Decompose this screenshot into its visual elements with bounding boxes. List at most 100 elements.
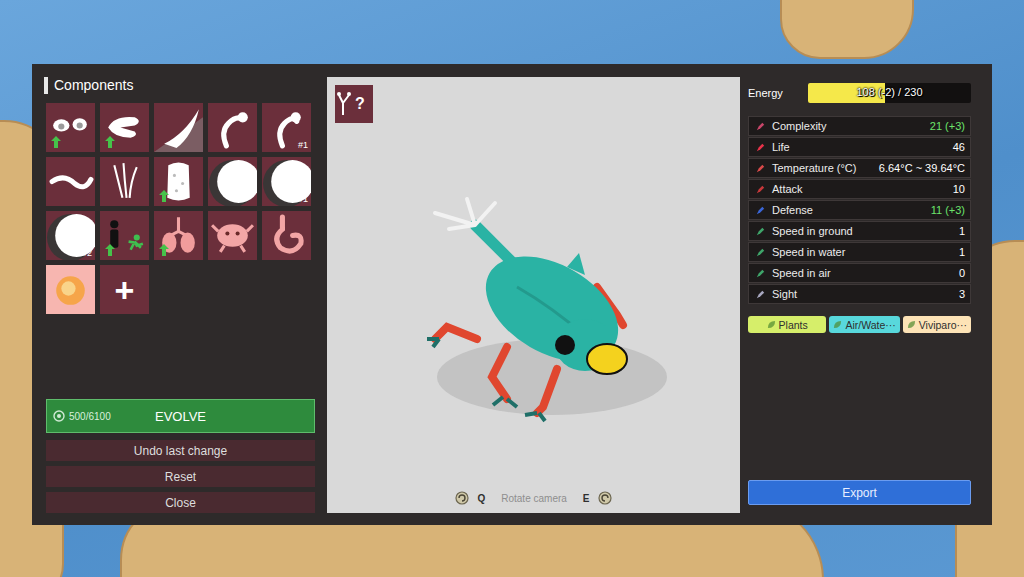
tile-badge: #1 — [298, 194, 308, 204]
evolution-tree-icon — [335, 85, 373, 123]
stat-row: Life46 — [748, 137, 971, 157]
stat-value: 46 — [953, 141, 965, 153]
game-screen: Components #1 #1 #2 +500/6100 EVOLVE Undo last… — [0, 0, 1024, 577]
component-tile[interactable] — [262, 211, 311, 260]
rotate-left-icon[interactable] — [455, 491, 469, 505]
trait-icon — [767, 320, 776, 329]
component-tile[interactable]: #1 — [262, 157, 311, 206]
trait-tags: PlantsAir/Wate···Viviparo··· — [748, 316, 971, 333]
ball-icon — [208, 157, 257, 206]
evolve-button[interactable]: 500/6100 EVOLVE — [46, 399, 315, 433]
upgrade-arrow-icon — [159, 244, 169, 256]
stat-row: Defense 11 (+3) — [748, 200, 971, 220]
energy-value: 108 (-2) / 230 — [808, 86, 971, 98]
add-component-label: + — [115, 273, 135, 307]
evolve-cost: 500/6100 — [53, 410, 111, 422]
intelligence-icon — [100, 211, 149, 260]
horn-icon — [154, 103, 203, 152]
stat-icon — [755, 205, 766, 216]
component-tile[interactable] — [154, 211, 203, 260]
rotate-right-icon[interactable] — [598, 491, 612, 505]
component-tile[interactable] — [208, 103, 257, 152]
action-area: 500/6100 EVOLVE Undo last change Reset Close — [40, 399, 320, 513]
title-mark — [44, 77, 48, 94]
organ-icon — [208, 211, 257, 260]
stats-panel: Energy108 (-2) / 230Complexity21 (+3)Lif… — [748, 72, 971, 513]
stat-row: Speed in water1 — [748, 242, 971, 262]
help-glyph: ? — [355, 95, 365, 113]
stat-icon — [755, 226, 766, 237]
creature-preview[interactable]: ? Q Rotate camera E — [327, 77, 740, 513]
stat-label: Speed in air — [772, 267, 953, 279]
stat-icon — [755, 121, 766, 132]
stomach-icon — [262, 211, 311, 260]
trait-tag: Viviparo··· — [903, 316, 971, 333]
action-button[interactable]: Close — [46, 492, 315, 513]
stat-label: Defense — [772, 204, 925, 216]
component-grid: #1 #1 #2 + — [40, 103, 320, 314]
beak-icon — [100, 103, 149, 152]
tile-badge: #1 — [298, 140, 308, 150]
component-tile[interactable]: #2 — [46, 211, 95, 260]
stat-value: 1 — [959, 225, 965, 237]
stat-icon — [755, 184, 766, 195]
leg-icon — [208, 103, 257, 152]
tail-icon — [46, 157, 95, 206]
key-hint: Q — [477, 493, 485, 504]
stat-label: Attack — [772, 183, 947, 195]
trait-tag: Plants — [748, 316, 826, 333]
stat-value: 11 (+3) — [931, 204, 965, 216]
component-tile[interactable] — [46, 157, 95, 206]
stat-label: Complexity — [772, 120, 924, 132]
stat-icon — [755, 142, 766, 153]
component-tile[interactable] — [100, 211, 149, 260]
womb-icon — [46, 265, 95, 314]
component-tile[interactable] — [154, 157, 203, 206]
stat-row: Attack 10 — [748, 179, 971, 199]
stat-label: Sight — [772, 288, 953, 300]
component-tile[interactable]: #1 — [262, 103, 311, 152]
stats-list: Complexity21 (+3)Life46Temperature (°C)6… — [748, 116, 971, 305]
action-button[interactable]: Reset — [46, 466, 315, 487]
energy-bar: 108 (-2) / 230 — [808, 83, 971, 103]
component-tile[interactable] — [46, 265, 95, 314]
evolution-point-icon — [53, 410, 65, 422]
components-panel: Components #1 #1 #2 +500/6100 EVOLVE Undo last… — [40, 72, 320, 513]
component-tile[interactable] — [100, 103, 149, 152]
stat-value: 10 — [953, 183, 965, 195]
component-tile[interactable] — [46, 103, 95, 152]
stat-value: 0 — [959, 267, 965, 279]
action-button[interactable]: Undo last change — [46, 440, 315, 461]
component-tile[interactable] — [154, 103, 203, 152]
stat-label: Speed in ground — [772, 225, 953, 237]
energy-label: Energy — [748, 87, 800, 99]
energy-row: Energy 108 (-2) / 230 — [748, 83, 971, 103]
stat-icon — [755, 268, 766, 279]
stat-row: Temperature (°C) 6.64°C ~ 39.64°C — [748, 158, 971, 178]
creature-editor: Components #1 #1 #2 +500/6100 EVOLVE Undo last… — [32, 64, 992, 525]
upgrade-arrow-icon — [159, 190, 169, 202]
export-button[interactable]: Export — [748, 480, 971, 505]
stat-row: Sight3 — [748, 284, 971, 304]
component-tile[interactable] — [100, 157, 149, 206]
creature-model — [327, 77, 740, 513]
panel-title: Components — [40, 72, 320, 98]
claws-icon — [100, 157, 149, 206]
help-button[interactable]: ? — [335, 85, 373, 123]
stat-value: 6.64°C ~ 39.64°C — [879, 162, 965, 174]
component-tile[interactable]: + — [100, 265, 149, 314]
lungs-icon — [154, 211, 203, 260]
component-tile[interactable] — [208, 157, 257, 206]
key-hint: E — [583, 493, 590, 504]
component-tile[interactable] — [208, 211, 257, 260]
stat-label: Temperature (°C) — [772, 162, 873, 174]
body-icon — [154, 157, 203, 206]
island — [780, 0, 914, 59]
trait-icon — [833, 320, 842, 329]
tile-badge: #2 — [82, 248, 92, 258]
stat-icon — [755, 289, 766, 300]
evolve-label: EVOLVE — [155, 409, 206, 424]
camera-controls: Q Rotate camera E — [455, 491, 611, 513]
controls-label: Rotate camera — [493, 493, 575, 504]
upgrade-arrow-icon — [105, 136, 115, 148]
